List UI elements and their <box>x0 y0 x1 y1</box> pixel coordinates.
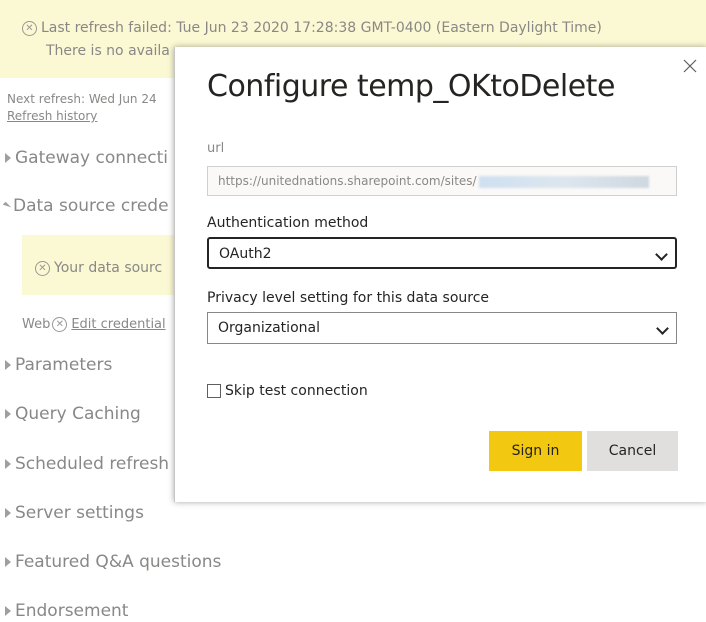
redacted-url-segment <box>478 175 649 188</box>
close-icon[interactable] <box>681 57 699 75</box>
section-scheduled-refresh[interactable]: Scheduled refresh <box>5 454 169 474</box>
auth-method-value: OAuth2 <box>219 246 272 262</box>
sign-in-button[interactable]: Sign in <box>489 431 582 471</box>
section-label: Server settings <box>15 503 144 523</box>
privacy-level-label: Privacy level setting for this data sour… <box>207 290 490 306</box>
skip-test-row: Skip test connection <box>207 383 368 399</box>
section-label: Featured Q&A questions <box>15 552 222 572</box>
expand-caret-icon <box>5 557 11 567</box>
section-label: Gateway connecti <box>15 148 168 168</box>
error-circle-icon: ✕ <box>22 20 37 36</box>
next-refresh-text: Next refresh: Wed Jun 24 <box>7 92 157 106</box>
section-query-caching[interactable]: Query Caching <box>5 404 141 424</box>
section-label: Data source crede <box>13 196 169 216</box>
auth-method-select[interactable]: OAuth2 <box>207 237 677 269</box>
chevron-down-icon <box>656 322 669 335</box>
section-label: Endorsement <box>15 601 129 621</box>
privacy-level-value: Organizational <box>218 320 320 336</box>
expand-caret-icon <box>5 606 11 616</box>
web-credential-row: Web ✕ Edit credential <box>22 317 166 332</box>
url-label: url <box>207 141 225 156</box>
section-gateway-connection[interactable]: Gateway connecti <box>5 148 168 168</box>
collapse-caret-icon <box>2 201 12 211</box>
configure-dialog: Configure temp_OKtoDelete url https://un… <box>174 47 706 502</box>
refresh-error-text: Last refresh failed: Tue Jun 23 2020 17:… <box>41 20 602 36</box>
expand-caret-icon <box>5 360 11 370</box>
auth-method-label: Authentication method <box>207 215 369 231</box>
section-label: Parameters <box>15 355 113 375</box>
skip-test-label: Skip test connection <box>225 383 368 399</box>
section-endorsement[interactable]: Endorsement <box>5 601 128 621</box>
section-data-source-credentials[interactable]: Data source crede <box>2 196 169 216</box>
refresh-error-line: ✕ Last refresh failed: Tue Jun 23 2020 1… <box>22 20 602 36</box>
section-server-settings[interactable]: Server settings <box>5 503 144 523</box>
dialog-title: Configure temp_OKtoDelete <box>207 69 615 104</box>
skip-test-checkbox[interactable] <box>207 384 221 398</box>
section-label: Scheduled refresh <box>15 454 170 474</box>
privacy-level-select[interactable]: Organizational <box>207 312 677 344</box>
url-value: https://unitednations.sharepoint.com/sit… <box>218 174 477 188</box>
error-circle-icon: ✕ <box>52 317 68 332</box>
expand-caret-icon <box>5 409 11 419</box>
web-label: Web <box>22 317 51 332</box>
url-field: https://unitednations.sharepoint.com/sit… <box>207 166 677 196</box>
section-parameters[interactable]: Parameters <box>5 355 112 375</box>
chevron-down-icon <box>655 248 668 261</box>
section-label: Query Caching <box>15 404 141 424</box>
section-featured-qa[interactable]: Featured Q&A questions <box>5 552 221 572</box>
edit-credentials-link[interactable]: Edit credential <box>71 317 165 332</box>
refresh-history-link[interactable]: Refresh history <box>7 109 97 123</box>
expand-caret-icon <box>5 459 11 469</box>
datasource-warning-text: Your data sourc <box>54 260 163 276</box>
error-circle-icon: ✕ <box>35 260 50 276</box>
expand-caret-icon <box>5 153 11 163</box>
expand-caret-icon <box>5 508 11 518</box>
refresh-error-detail: There is no availa <box>46 43 170 59</box>
cancel-button[interactable]: Cancel <box>587 431 678 471</box>
